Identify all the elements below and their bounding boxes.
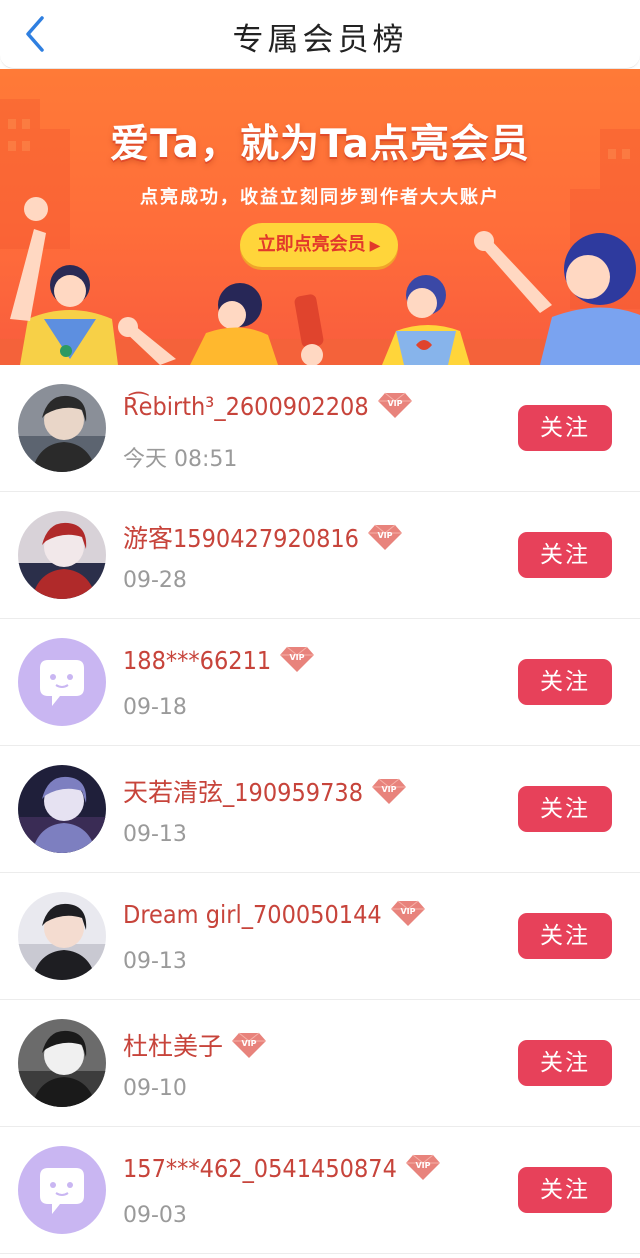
vip-badge-icon: VIP xyxy=(377,391,413,419)
cta-label: 立即点亮会员 xyxy=(257,234,366,255)
member-name: 游客1590427920816 VIP xyxy=(123,519,403,555)
member-row-6[interactable]: 杜杜美子 VIP 09-10 关注 xyxy=(0,1000,640,1127)
member-row-3[interactable]: 188***66211 VIP 09-18 关注 xyxy=(0,619,640,746)
join-date: 09-28 xyxy=(123,568,187,593)
avatar[interactable] xyxy=(18,384,106,472)
vip-badge-icon: VIP xyxy=(367,523,403,551)
member-name-text: R͡ebirth³_2600902208 xyxy=(123,392,369,421)
vip-badge-icon: VIP xyxy=(279,645,315,673)
follow-button[interactable]: 关注 xyxy=(518,1167,612,1213)
vip-badge-icon: VIP xyxy=(231,1031,267,1059)
vip-badge-icon: VIP xyxy=(390,899,426,927)
join-date: 今天 08:51 xyxy=(123,447,238,472)
member-name: Dream girl_700050144 VIP xyxy=(123,900,426,930)
join-date: 09-13 xyxy=(123,822,187,847)
svg-text:VIP: VIP xyxy=(377,531,392,540)
member-name-text: 游客1590427920816 xyxy=(123,524,359,553)
member-list: R͡ebirth³_2600902208 VIP 今天 08:51 关注 游客1… xyxy=(0,365,640,1254)
play-arrow-icon: ▶ xyxy=(369,238,381,254)
top-bar: 专属会员榜 xyxy=(0,0,640,69)
avatar[interactable] xyxy=(18,1146,106,1234)
avatar[interactable] xyxy=(18,765,106,853)
svg-text:VIP: VIP xyxy=(415,1161,430,1170)
follow-button[interactable]: 关注 xyxy=(518,913,612,959)
follow-button[interactable]: 关注 xyxy=(518,659,612,705)
member-name-text: 天若清弦_190959738 xyxy=(123,778,364,807)
svg-text:VIP: VIP xyxy=(387,399,402,408)
avatar[interactable] xyxy=(18,1019,106,1107)
page-title: 专属会员榜 xyxy=(232,22,408,58)
member-name: 天若清弦_190959738 VIP xyxy=(123,773,407,809)
member-row-4[interactable]: 天若清弦_190959738 VIP 09-13 关注 xyxy=(0,746,640,873)
member-name-text: 157***462_0541450874 xyxy=(123,1154,397,1183)
avatar[interactable] xyxy=(18,511,106,599)
join-date: 09-10 xyxy=(123,1076,187,1101)
follow-button[interactable]: 关注 xyxy=(518,532,612,578)
member-row-7[interactable]: 157***462_0541450874 VIP 09-03 关注 xyxy=(0,1127,640,1254)
member-row-5[interactable]: Dream girl_700050144 VIP 09-13 关注 xyxy=(0,873,640,1000)
member-row-2[interactable]: 游客1590427920816 VIP 09-28 关注 xyxy=(0,492,640,619)
svg-text:VIP: VIP xyxy=(242,1039,257,1048)
member-name: R͡ebirth³_2600902208 VIP xyxy=(123,392,413,422)
vip-badge-icon: VIP xyxy=(371,777,407,805)
join-date: 09-03 xyxy=(123,1203,187,1228)
join-date: 09-18 xyxy=(123,695,187,720)
member-name-text: 188***66211 xyxy=(123,646,272,675)
banner-headline: 爱Ta，就为Ta点亮会员 xyxy=(110,122,530,167)
follow-button[interactable]: 关注 xyxy=(518,786,612,832)
vip-badge-icon: VIP xyxy=(405,1153,441,1181)
member-name: 杜杜美子 VIP xyxy=(123,1027,267,1063)
member-name-text: 杜杜美子 xyxy=(123,1032,224,1061)
svg-text:VIP: VIP xyxy=(382,785,397,794)
avatar[interactable] xyxy=(18,892,106,980)
member-name: 188***66211 VIP xyxy=(123,646,315,676)
join-date: 09-13 xyxy=(123,949,187,974)
follow-button[interactable]: 关注 xyxy=(518,1040,612,1086)
promo-banner[interactable]: 爱Ta，就为Ta点亮会员 点亮成功，收益立刻同步到作者大大账户 立即点亮会员 ▶ xyxy=(0,69,640,365)
follow-button[interactable]: 关注 xyxy=(518,405,612,451)
banner-subtitle: 点亮成功，收益立刻同步到作者大大账户 xyxy=(140,187,500,208)
avatar[interactable] xyxy=(18,638,106,726)
member-name-text: Dream girl_700050144 xyxy=(123,900,382,929)
member-name: 157***462_0541450874 VIP xyxy=(123,1154,441,1184)
member-row-1[interactable]: R͡ebirth³_2600902208 VIP 今天 08:51 关注 xyxy=(0,365,640,492)
svg-text:VIP: VIP xyxy=(290,653,305,662)
svg-text:VIP: VIP xyxy=(400,907,415,916)
light-up-membership-button[interactable]: 立即点亮会员 ▶ xyxy=(240,223,398,267)
